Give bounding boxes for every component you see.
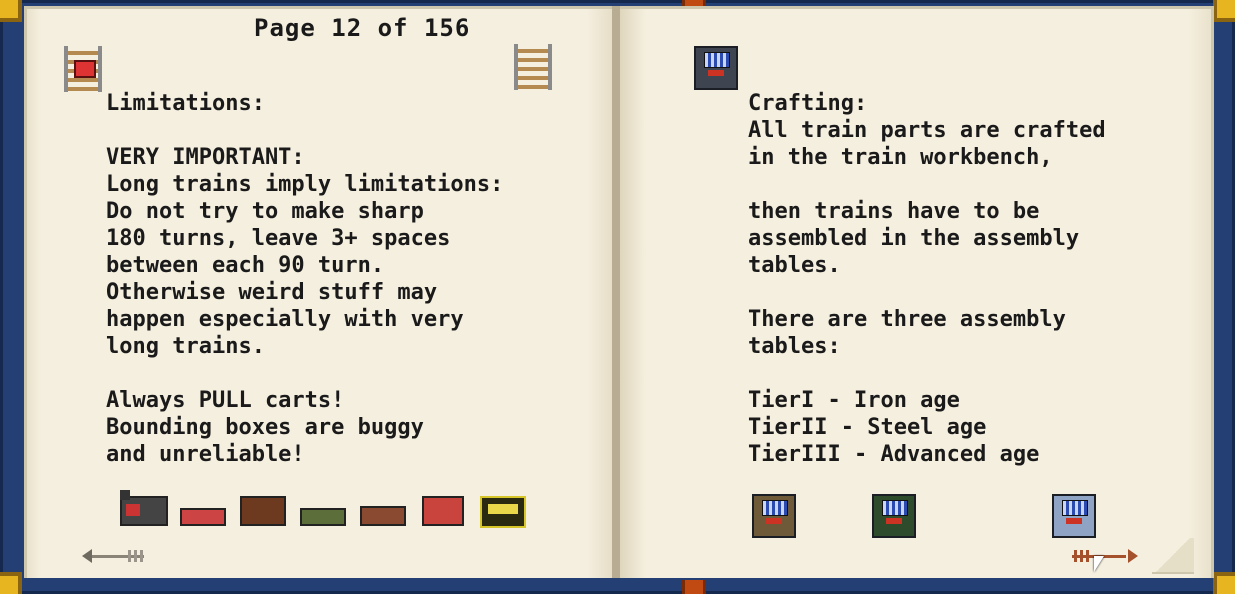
book-gutter [612,6,620,578]
assembly-table-tier1-icon [752,494,796,538]
arrow-fletching [140,550,143,562]
assembly-table-tier2-icon [872,494,916,538]
next-page-arrow[interactable] [1072,546,1138,566]
caboose-icon [480,496,526,528]
right-page-text: Crafting: All train parts are crafted in… [748,91,1106,467]
arrow-fletching [1086,550,1089,562]
cover-corner-bottom-left [0,572,22,594]
left-page-text: Limitations: VERY IMPORTANT: Long trains… [106,91,504,467]
rail-icon [514,44,552,90]
arrow-fletching [134,550,137,562]
cover-corner-top-right [1213,0,1235,22]
mouse-cursor-icon [1094,556,1104,572]
page-number: Page 12 of 156 [254,14,471,42]
arrow-fletching [1074,550,1077,562]
boxcar-icon [240,496,286,526]
assembly-table-tier3-icon [1052,494,1096,538]
cover-corner-bottom-right [1213,572,1235,594]
green-flatcar-icon [300,508,346,526]
arrow-fletching [128,550,131,562]
gondola-icon [360,506,406,526]
cover-corner-top-left [0,0,22,22]
previous-page-arrow[interactable] [82,546,146,566]
locomotive-icon [120,490,168,526]
bookmark-ribbon-bottom [682,580,706,594]
arrow-fletching [1080,550,1083,562]
rail-with-red-icon [64,46,102,92]
red-tankcar-icon [422,496,464,526]
train-workbench-icon [694,46,738,90]
page-curl-corner [1152,538,1194,574]
red-flatcar-icon [180,508,226,526]
